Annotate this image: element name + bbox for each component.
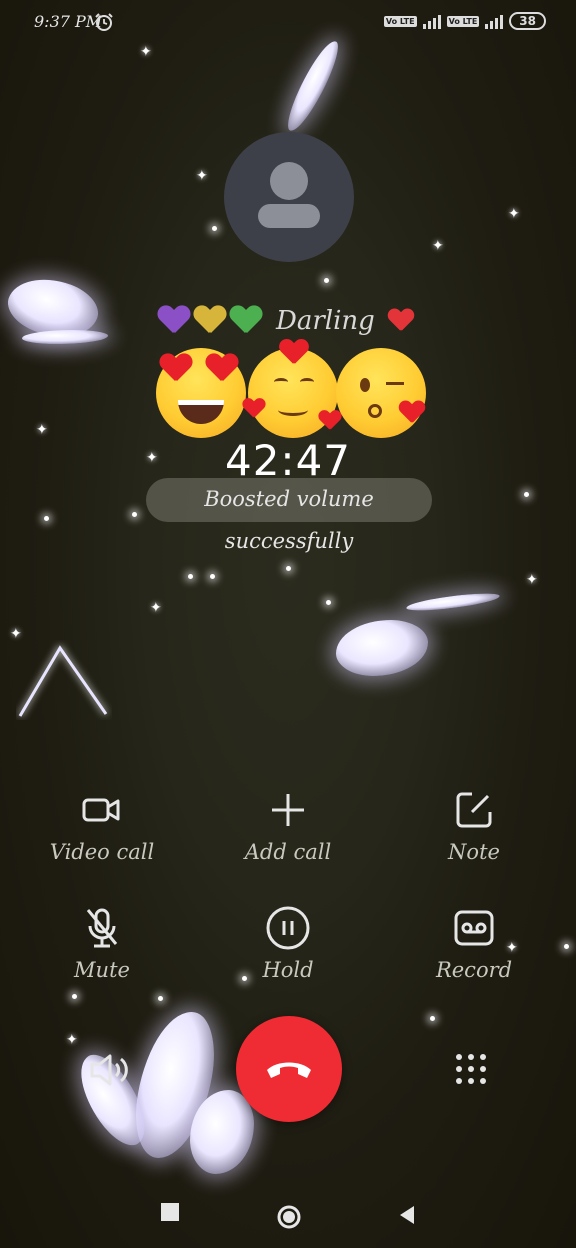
glow-dot [72,994,77,999]
glow-dot [158,996,163,1001]
butterfly-decoration [1,266,108,360]
hold-button[interactable]: Hold [218,904,358,982]
note-button[interactable]: Note [404,786,544,864]
emoji-row [156,348,432,440]
status-time: 9:37 PM [34,12,103,31]
smiling-hearts-emoji-icon [248,348,338,438]
sparkle-icon: ✦ [150,600,162,616]
circle-icon[interactable] [276,1204,302,1230]
purple-heart-icon [158,306,190,336]
contact-avatar [224,132,354,262]
glow-dot [326,600,331,605]
butterfly-decoration [18,645,108,717]
glow-dot [286,566,291,571]
red-hearts-icon [388,309,414,333]
toast-message: Boosted volume successfully [146,478,432,553]
end-call-icon [267,1062,311,1078]
sparkle-icon: ✦ [508,206,520,222]
video-call-button[interactable]: Video call [32,786,172,864]
glow-dot [430,1016,435,1021]
yellow-heart-icon [194,306,226,336]
sparkle-icon: ✦ [140,44,152,60]
butterfly-decoration [281,36,352,136]
contact-name: Darling [276,306,375,336]
record-button[interactable]: Record [404,904,544,982]
sim2-volte-badge: Vo LTE [446,15,480,27]
navigation-bar [0,1188,576,1244]
pause-circle-icon [266,906,310,950]
video-camera-icon [82,798,120,822]
add-call-button[interactable]: Add call [218,786,358,864]
green-heart-icon [230,306,262,336]
sparkle-icon: ✦ [432,238,444,254]
dialpad-icon[interactable] [454,1052,488,1086]
mute-label: Mute [74,958,130,982]
square-icon[interactable] [160,1202,180,1222]
record-label: Record [435,958,513,982]
mute-button[interactable]: Mute [32,904,172,982]
glow-dot [132,512,137,517]
glow-dot [324,278,329,283]
hold-label: Hold [262,958,314,982]
glow-dot [44,516,49,521]
alarm-clock-icon [95,13,113,31]
battery-indicator: 38 [509,12,546,30]
sparkle-icon: ✦ [196,168,208,184]
status-bar: 9:37 PM Vo LTE Vo LTE 38 [0,0,576,46]
glow-dot [524,492,529,497]
glow-dot [210,574,215,579]
sim2-signal-icon [485,13,504,29]
contact-name-line: Darling [158,306,417,336]
sim1-signal-icon [422,13,441,29]
video-call-label: Video call [49,840,155,864]
mic-off-icon [86,908,118,948]
note-edit-icon [456,792,492,828]
butterfly-decoration [336,590,506,690]
heart-eyes-emoji-icon [156,348,246,438]
triangle-back-icon[interactable] [398,1205,416,1225]
end-call-button[interactable] [236,1016,342,1122]
glow-dot [212,226,217,231]
sparkle-icon: ✦ [526,572,538,588]
kissing-wink-emoji-icon [336,348,426,438]
note-label: Note [448,840,500,864]
sim1-volte-badge: Vo LTE [383,15,417,27]
record-tape-icon [454,910,494,946]
glow-dot [564,944,569,949]
status-indicators: Vo LTE Vo LTE 38 [383,12,546,30]
plus-icon [272,794,304,826]
add-call-label: Add call [244,840,332,864]
sparkle-icon: ✦ [66,1032,78,1048]
speaker-icon[interactable] [86,1048,132,1092]
glow-dot [188,574,193,579]
